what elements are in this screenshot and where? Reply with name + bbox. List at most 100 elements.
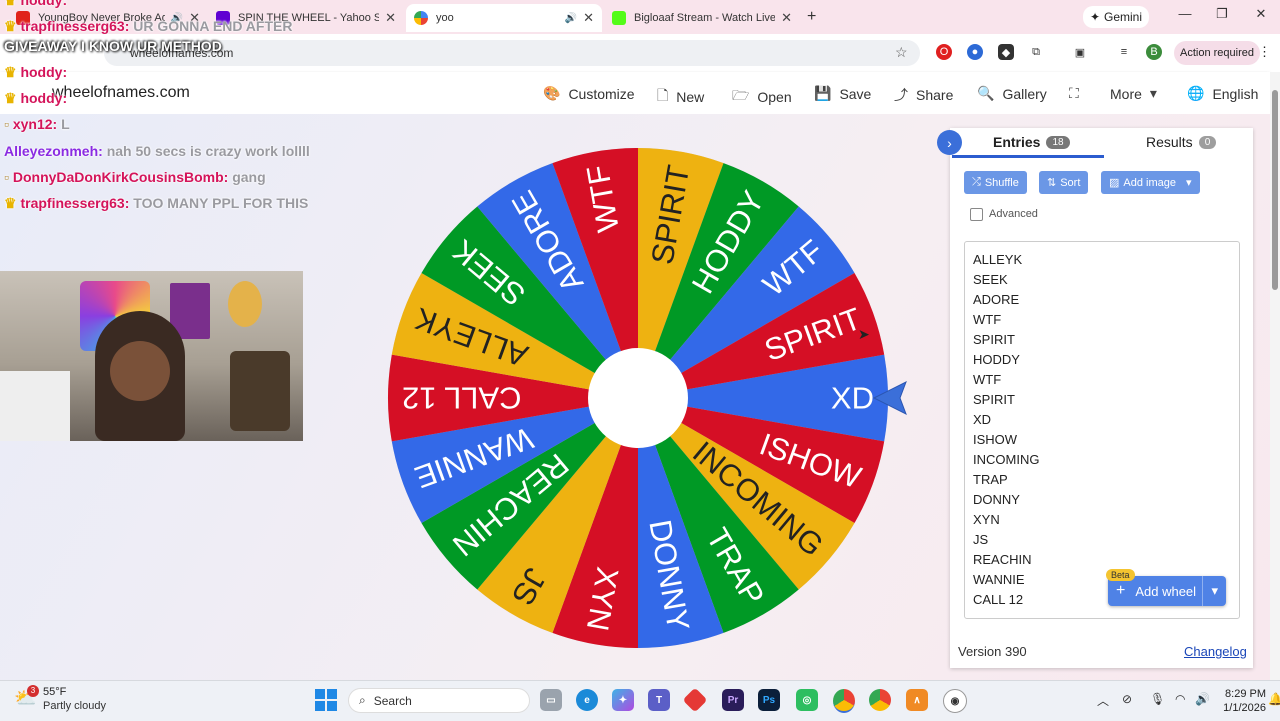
shuffle-icon: ⤮ [972, 176, 981, 188]
close-tab-icon[interactable]: ✕ [781, 10, 792, 26]
windows-start-icon[interactable] [315, 689, 337, 711]
sparkle-icon: ✦ [1089, 10, 1101, 24]
sort-button[interactable]: ⇅ Sort [1039, 171, 1089, 194]
photoshop-icon[interactable]: Ps [758, 689, 780, 711]
webcam-overlay [0, 271, 303, 441]
action-required-button[interactable]: Action required [1174, 41, 1260, 65]
entry-line[interactable]: SPIRIT [973, 390, 1239, 410]
crown-icon: ♛ [4, 195, 17, 211]
changelog-link[interactable]: Changelog [1184, 644, 1247, 659]
menu-dots-icon[interactable]: ⋮ [1258, 44, 1271, 60]
advanced-checkbox[interactable] [970, 208, 983, 221]
network-off-icon[interactable]: ⊘ [1122, 692, 1132, 706]
maximize-button[interactable]: ❐ [1207, 6, 1237, 26]
nav-more[interactable]: More ▾ [1110, 85, 1157, 102]
minimize-button[interactable]: — [1170, 6, 1200, 26]
obs-icon[interactable]: ◉ [943, 689, 967, 713]
copilot-icon[interactable]: ✦ [612, 689, 634, 711]
entry-line[interactable]: XYN [973, 510, 1239, 530]
entry-line[interactable]: REACHIN [973, 550, 1239, 570]
nav-label: New [676, 89, 705, 105]
nav-open[interactable]: 🗁 Open [732, 85, 792, 109]
speaker-icon[interactable]: 🔊 [565, 13, 577, 24]
entry-line[interactable]: SPIRIT [973, 330, 1239, 350]
entry-line[interactable]: WTF [973, 370, 1239, 390]
chat-username: hoddy: [20, 90, 68, 106]
new-tab-button[interactable]: + [807, 8, 816, 26]
collapse-panel-button[interactable]: › [937, 130, 962, 155]
tab-results[interactable]: Results 0 [1146, 134, 1217, 150]
entry-line[interactable]: HODDY [973, 350, 1239, 370]
active-tab-underline [952, 155, 1104, 158]
nav-language[interactable]: 🌐 English [1187, 85, 1258, 102]
kick-favicon-icon [612, 11, 626, 25]
bookmark-star-icon[interactable]: ☆ [895, 44, 908, 61]
scrollbar-thumb[interactable] [1272, 90, 1278, 290]
edge-icon[interactable]: e [576, 689, 598, 711]
url-field[interactable]: wheelofnames.com [104, 40, 920, 66]
nav-share[interactable]: ⤴ Share [894, 85, 953, 105]
notification-bell-icon[interactable]: 🔔 [1268, 692, 1280, 706]
wheel-segment-label: XD [831, 381, 874, 416]
taskbar-clock[interactable]: 8:29 PM 1/1/2026 [1208, 687, 1266, 715]
microphone-icon[interactable]: 🎙 [1150, 692, 1165, 706]
palette-icon: 🎨 [543, 85, 561, 101]
browser-tab-kick[interactable]: Bigloaaf Stream - Watch Live on Kick ✕ [604, 4, 800, 32]
entry-line[interactable]: WTF [973, 310, 1239, 330]
site-logo[interactable]: wheelofnames.com [52, 84, 190, 102]
entry-line[interactable]: ALLEYK [973, 250, 1239, 270]
nav-new[interactable]: 🗋 New [657, 85, 704, 109]
nav-gallery[interactable]: 🔍 Gallery [977, 85, 1047, 102]
advanced-label: Advanced [989, 208, 1038, 220]
nav-fullscreen[interactable]: ⛶ [1069, 85, 1079, 102]
tray-chevron-icon[interactable]: ︿ [1097, 692, 1109, 709]
chat-line: ▫ DonnyDaDonKirkCousinsBomb: gang [4, 169, 266, 185]
entry-line[interactable]: SEEK [973, 270, 1239, 290]
badge-icon: ▫ [4, 169, 9, 185]
entries-textarea[interactable]: ALLEYK SEEK ADORE WTF SPIRIT HODDY WTF SPIRIT XD… [964, 241, 1240, 619]
entry-line[interactable]: ADORE [973, 290, 1239, 310]
close-window-button[interactable]: ✕ [1246, 6, 1276, 26]
chat-line: Alleyezonmeh: nah 50 secs is crazy work … [4, 143, 310, 159]
entry-line[interactable]: DONNY [973, 490, 1239, 510]
wheel-center-hub[interactable] [588, 348, 688, 448]
chrome-icon[interactable] [869, 689, 891, 711]
close-tab-icon[interactable]: ✕ [385, 10, 396, 26]
nav-customize[interactable]: 🎨 Customize [543, 85, 635, 102]
entry-line[interactable]: INCOMING [973, 450, 1239, 470]
nav-save[interactable]: 💾 Save [814, 85, 871, 102]
weather-description[interactable]: Partly cloudy [43, 700, 106, 712]
weather-temperature[interactable]: 55°F [43, 686, 66, 698]
search-icon: 🔍 [977, 85, 995, 101]
wifi-icon[interactable]: ◠ [1175, 692, 1185, 706]
opera-extension-icon[interactable]: O [936, 44, 952, 60]
entry-line[interactable]: TRAP [973, 470, 1239, 490]
task-view-icon[interactable]: ▭ [540, 689, 562, 711]
entry-line[interactable]: ISHOW [973, 430, 1239, 450]
shuffle-button[interactable]: ⤮ Shuffle [964, 171, 1027, 194]
profile-avatar[interactable]: B [1146, 44, 1162, 60]
taskbar-search-input[interactable]: ⌕ Search [348, 688, 530, 713]
app-orange-icon[interactable]: ∧ [906, 689, 928, 711]
extension-icon[interactable]: ● [967, 44, 983, 60]
entry-line[interactable]: JS [973, 530, 1239, 550]
extension-square-icon[interactable]: ◆ [998, 44, 1014, 60]
wall-figure [228, 281, 262, 327]
premiere-icon[interactable]: Pr [722, 689, 744, 711]
chrome-active-icon[interactable] [833, 689, 855, 713]
wheel-graphic[interactable]: XDISHOWINCOMINGTRAPDONNYXYNJSREACHINWANN… [386, 146, 890, 650]
tab-entries[interactable]: Entries 18 [993, 134, 1070, 150]
chevron-down-icon[interactable]: ▾ [1202, 576, 1226, 606]
sidepanel-icon[interactable]: ▣ [1072, 44, 1088, 60]
game-app-icon[interactable]: ◎ [796, 689, 818, 711]
gemini-button[interactable]: ✦ Gemini [1083, 6, 1149, 28]
browser-tab-yoo[interactable]: yoo 🔊 ✕ [406, 4, 602, 32]
close-tab-icon[interactable]: ✕ [583, 10, 594, 26]
entry-line[interactable]: XD [973, 410, 1239, 430]
add-image-button[interactable]: ▨ Add image ▾ [1101, 171, 1200, 194]
folder-icon: 🗁 [732, 87, 750, 103]
puzzle-icon[interactable]: ⧉ [1028, 44, 1044, 60]
media-icon[interactable]: ≡ [1116, 44, 1132, 60]
teams-icon[interactable]: T [648, 689, 670, 711]
spin-wheel[interactable]: XD ISHOW INCOMING TRAP DONNY XYN JS REACHIN WANN… [386, 146, 890, 650]
